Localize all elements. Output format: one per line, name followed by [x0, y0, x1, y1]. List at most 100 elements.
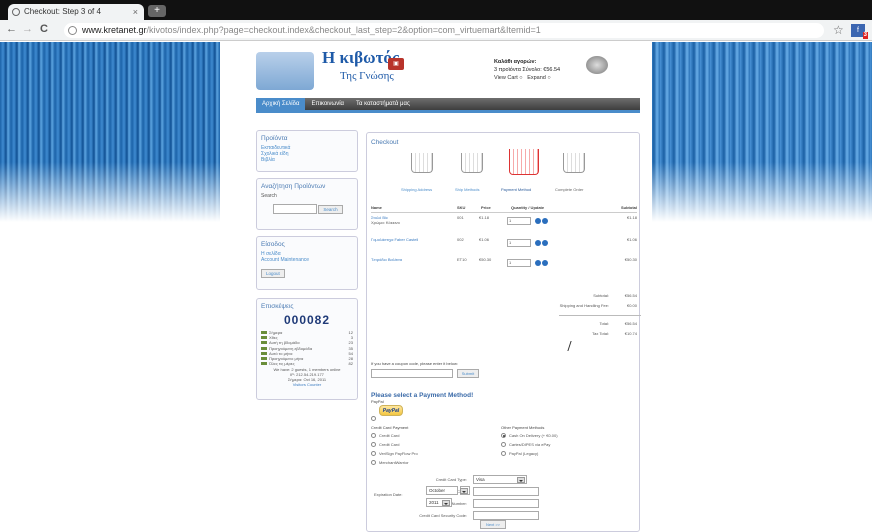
- cc-option-radio[interactable]: [371, 451, 376, 456]
- extension-icon[interactable]: f3: [851, 24, 868, 39]
- tab-close-icon[interactable]: ×: [133, 4, 138, 20]
- chevron-down-icon: [460, 488, 468, 494]
- search-input[interactable]: [273, 204, 317, 214]
- search-label: Search: [261, 193, 277, 199]
- bookmark-star-icon[interactable]: ☆: [833, 23, 844, 37]
- step-payment-label: Payment Method: [501, 187, 532, 192]
- step-complete-label: Complete Order: [555, 187, 584, 192]
- cc-option-radio[interactable]: [371, 433, 376, 438]
- cc-option-radio[interactable]: [371, 442, 376, 447]
- delete-icon: [542, 260, 548, 266]
- cc-option-label: Credit Card: [379, 433, 400, 438]
- subtotal-label: Subtotal:: [593, 293, 609, 298]
- product-sku: 001: [457, 215, 464, 220]
- browser-toolbar: ← → C www.kretanet.gr/kivotos/index.php?…: [0, 20, 872, 41]
- quantity-input[interactable]: 1: [507, 217, 531, 225]
- paypal-logo: PayPal: [379, 405, 403, 416]
- other-option-radio[interactable]: [501, 433, 506, 438]
- product-subtotal: €1.06: [626, 237, 637, 242]
- col-name: Name: [371, 205, 382, 210]
- menu-stores[interactable]: Τα καταστήματά μας: [350, 98, 416, 110]
- table-row: Γομολάστιχα Faber Castell 002 €1.06 1 €1.06: [371, 237, 637, 257]
- visits-bar-icon: [261, 357, 267, 361]
- card-type-value: Visa: [476, 477, 485, 482]
- cart-icon[interactable]: [586, 56, 608, 74]
- visits-row-label: Όλες τις μέρες: [269, 361, 295, 367]
- visits-row-value: 82: [348, 361, 353, 367]
- new-tab-button[interactable]: +: [148, 5, 166, 17]
- tax-label: Tax Total:: [592, 331, 609, 336]
- other-option-radio[interactable]: [501, 451, 506, 456]
- product-price: €1.18: [479, 215, 490, 220]
- logout-button[interactable]: Logout: [261, 269, 285, 278]
- step-methods-link[interactable]: Ship Methods: [455, 187, 479, 192]
- product-attribute: Χρώμα: Κόκκινο: [371, 220, 400, 225]
- other-option-radio[interactable]: [501, 442, 506, 447]
- exp-year-select[interactable]: 2011: [426, 498, 452, 507]
- step-payment-cart-icon: [509, 149, 539, 175]
- paypal-radio[interactable]: [371, 416, 376, 421]
- chevron-down-icon: [517, 477, 525, 483]
- cart-heading: Καλάθι αγορών:: [494, 59, 537, 65]
- col-sku: SKU: [457, 205, 466, 210]
- other-option-label: Cash On Delivery (+ €0.00): [509, 433, 558, 438]
- cc-option-radio[interactable]: [371, 460, 376, 465]
- tab-checkout[interactable]: Checkout: Step 3 of 4 ×: [8, 4, 144, 20]
- next-button[interactable]: Next >>: [480, 520, 506, 529]
- product-price: €1.06: [479, 237, 490, 242]
- product-name-link[interactable]: Tετράδιο Βαλίτσα: [371, 257, 402, 262]
- search-button[interactable]: Search: [318, 204, 343, 214]
- card-type-select[interactable]: Visa: [473, 475, 527, 484]
- url-domain: www.kretanet.gr: [82, 25, 147, 35]
- webpage: Η κιβωτός Της Γνώσης ▣ Καλάθι αγορών: 3 …: [0, 42, 872, 532]
- coupon-submit-button[interactable]: Submit: [457, 369, 479, 378]
- product-name-link[interactable]: Γομολάστιχα Faber Castell: [371, 237, 418, 242]
- mouse-cursor-icon: [567, 341, 577, 351]
- update-quantity-button[interactable]: [535, 240, 549, 247]
- quantity-input[interactable]: 1: [507, 259, 531, 267]
- update-quantity-button[interactable]: [535, 260, 549, 267]
- update-quantity-button[interactable]: [535, 218, 549, 225]
- login-link-2[interactable]: Account Maintenance: [261, 257, 353, 263]
- menu-home[interactable]: Αρχική Σελίδα: [256, 98, 306, 110]
- subtotal-value: €56.54: [624, 293, 637, 298]
- login-module: Είσοδος Η σελίδα Account Maintenance Log…: [256, 236, 358, 290]
- address-bar[interactable]: www.kretanet.gr/kivotos/index.php?page=c…: [64, 23, 824, 38]
- col-quantity: Quantity / Update: [511, 205, 545, 210]
- view-cart-link[interactable]: View Cart: [494, 75, 518, 81]
- browser-tab-strip: Checkout: Step 3 of 4 × +: [0, 0, 872, 20]
- expand-link[interactable]: Expand: [527, 75, 546, 81]
- visits-title: Επισκέψεις: [261, 303, 294, 310]
- url-path: /kivotos/index.php?page=checkout.index&c…: [146, 25, 541, 35]
- menu-contact[interactable]: Επικοινωνία: [305, 98, 350, 110]
- coupon-input[interactable]: [371, 369, 453, 378]
- logo-ark-image: [256, 52, 314, 90]
- menu-underline: [256, 110, 640, 113]
- cart-summary: 3 προϊόντα Σύνολο: €56.54: [494, 67, 561, 73]
- chevron-down-icon: [442, 500, 450, 506]
- table-row: Tετράδιο Βαλίτσα ET10 €50.30 1 €50.30: [371, 257, 637, 277]
- product-sku: ET10: [457, 257, 467, 262]
- search-module: Αναζήτηση Προϊόντων Search Search: [256, 178, 358, 230]
- cc-option-label: Credit Card: [379, 442, 400, 447]
- visits-bar-icon: [261, 351, 267, 355]
- exp-month-select[interactable]: October: [426, 486, 458, 495]
- other-group-label: Other Payment Methods: [501, 425, 545, 430]
- forward-icon[interactable]: →: [22, 23, 33, 35]
- expiration-label: Expiration Date:: [374, 492, 403, 497]
- exp-month-dropdown-icon[interactable]: [460, 486, 470, 495]
- site-subtitle: Της Γνώσης: [340, 70, 394, 82]
- exp-month-value: October: [429, 488, 446, 493]
- reload-icon[interactable]: C: [40, 23, 48, 35]
- back-icon[interactable]: ←: [6, 23, 17, 35]
- step-shipping-link[interactable]: Shipping Address: [401, 187, 432, 192]
- quantity-input[interactable]: 1: [507, 239, 531, 247]
- products-link-3[interactable]: Βιβλία: [261, 157, 353, 163]
- shipping-label: Shipping and Handling Fee:: [559, 303, 609, 308]
- mini-cart: Καλάθι αγορών: 3 προϊόντα Σύνολο: €56.54…: [494, 59, 561, 81]
- visitors-counter-link[interactable]: Visitors Counter: [261, 382, 353, 387]
- shipping-value: €0.00: [626, 303, 637, 308]
- paypal-label: PayPal: [371, 399, 384, 404]
- expiration-area: Expiration Date: October 2011 Next >>: [366, 486, 546, 532]
- visit-counter: 000082: [283, 313, 331, 327]
